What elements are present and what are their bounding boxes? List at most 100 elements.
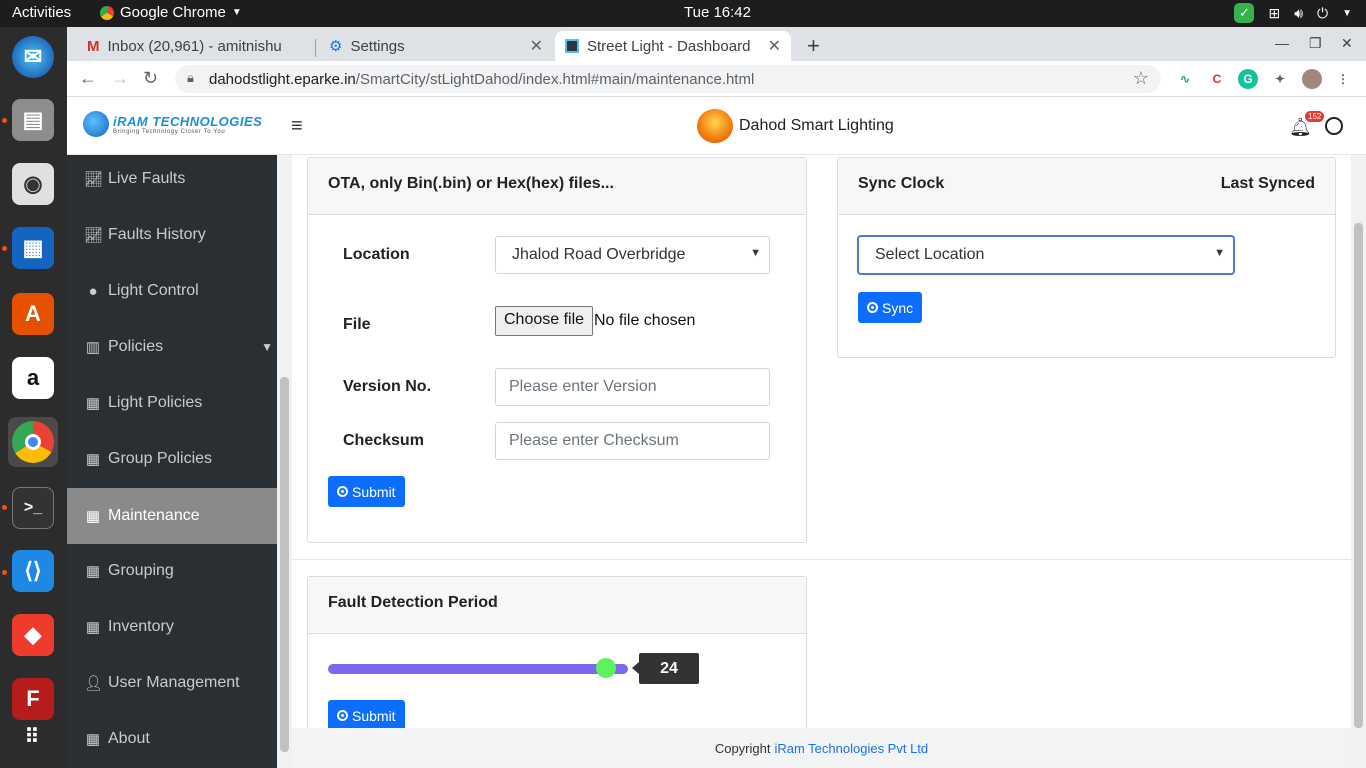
company-link[interactable]: iRam Technologies Pvt Ltd (774, 741, 928, 756)
sidebar-item-label: Faults History (108, 226, 206, 243)
sidebar-item-live-faults[interactable]: 📈︎ Live Faults (67, 155, 277, 207)
sidebar-item-label: Light Control (108, 282, 199, 299)
amazon-icon[interactable]: a (8, 353, 58, 403)
network-icon[interactable]: ⊞ (1268, 5, 1280, 22)
fault-period-slider-track[interactable] (328, 664, 628, 674)
tab-label: Settings (350, 37, 405, 55)
sidebar-item-maintenance[interactable]: ▦ Maintenance (67, 488, 277, 544)
choose-file-button[interactable]: Choose file (495, 306, 594, 336)
new-tab-icon[interactable]: + (807, 33, 820, 59)
minimize-icon[interactable]: — (1275, 35, 1289, 51)
profile-avatar[interactable] (1302, 69, 1322, 89)
writer-icon[interactable]: ▦ (8, 223, 58, 273)
back-icon[interactable]: ← (79, 68, 97, 89)
section-divider (292, 559, 1351, 560)
sync-location-select[interactable]: Select Location ▼ (858, 236, 1234, 274)
fault-detection-title: Fault Detection Period (308, 577, 806, 634)
brand-tagline: Bringing Technology Closer To You (113, 128, 226, 135)
sidebar-item-light-control[interactable]: ● Light Control (67, 263, 277, 319)
clock[interactable]: Tue 16:42 (684, 4, 751, 21)
location-select[interactable]: Jhalod Road Overbridge ▼ (495, 236, 770, 274)
software-icon[interactable]: A (8, 289, 58, 339)
chrome-small-icon (100, 5, 114, 20)
sync-button[interactable]: Sync (858, 292, 923, 323)
system-tray[interactable]: ✓ ⊞ 🔊︎ ⏻ ▼ (1234, 3, 1352, 23)
sidebar-item-group-policies[interactable]: ▦ Group Policies (67, 431, 277, 487)
reload-icon[interactable]: ↻ (143, 68, 158, 89)
area-chart-icon: 📈︎ (84, 227, 104, 244)
sidebar-item-faults-history[interactable]: 📈︎ Faults History (67, 207, 277, 263)
close-icon[interactable]: ✕ (530, 36, 543, 56)
sidebar-item-label: Group Policies (108, 450, 213, 467)
app-menu[interactable]: Google Chrome ▼ (100, 4, 242, 21)
sidebar-item-grouping[interactable]: ▦ Grouping (67, 543, 277, 599)
sync-clock-title: Sync Clock (858, 175, 945, 192)
extension-wave-icon[interactable]: ∿ (1175, 69, 1195, 89)
tab-street-light-dashboard[interactable]: Street Light - Dashboard ✕ (555, 31, 791, 61)
extension-c-icon[interactable]: C (1207, 69, 1227, 89)
menu-toggle-icon[interactable]: ≡ (291, 115, 303, 138)
sync-clock-header: Sync Clock Last Synced (838, 158, 1335, 215)
more-menu-icon[interactable]: ⋮ (1333, 69, 1353, 89)
extensions-puzzle-icon[interactable]: ✦ (1270, 69, 1290, 89)
app-title: Dahod Smart Lighting (697, 109, 894, 143)
ota-submit-button[interactable]: Submit (328, 476, 405, 507)
sidebar-item-label: Grouping (108, 562, 174, 579)
running-indicator (2, 118, 7, 123)
anydesk-icon[interactable]: ◆ (8, 610, 58, 660)
update-check-icon[interactable]: ✓ (1234, 3, 1255, 23)
sidebar-item-policies[interactable]: ▥ Policies ▼ (67, 319, 277, 375)
sidebar-item-light-policies[interactable]: ▦ Light Policies (67, 375, 277, 431)
app-header: iRAM TECHNOLOGIES Bringing Technology Cl… (67, 97, 1366, 155)
file-label: File (343, 316, 371, 333)
rhythmbox-icon[interactable]: ◉ (8, 159, 58, 209)
checksum-label: Checksum (343, 432, 424, 449)
user-account-icon[interactable] (1325, 117, 1343, 135)
sidebar-item-user-management[interactable]: 👤︎ User Management (67, 655, 277, 711)
tab-settings[interactable]: ⚙ Settings ✕ (319, 31, 553, 61)
close-window-icon[interactable]: ✕ (1341, 35, 1353, 52)
vscode-icon[interactable]: ⟨⟩ (8, 546, 58, 596)
lock-icon[interactable]: 🔒︎ (187, 70, 194, 86)
fault-period-slider-handle[interactable] (596, 658, 616, 678)
main-scrollbar[interactable] (1351, 155, 1366, 768)
checksum-input[interactable]: Please enter Checksum (495, 422, 770, 460)
scrollbar-thumb[interactable] (1354, 223, 1363, 728)
sidebar-item-inventory[interactable]: ▦ Inventory (67, 599, 277, 655)
sidebar-item-about[interactable]: ▦ About (67, 711, 277, 767)
globe-logo-icon (83, 111, 109, 137)
site-favicon-icon (565, 39, 579, 53)
fault-detection-submit-button[interactable]: Submit (328, 700, 405, 731)
grammarly-icon[interactable]: G (1238, 69, 1258, 89)
chevron-down-icon: ▼ (750, 247, 761, 259)
sidebar-item-label: Maintenance (108, 507, 200, 524)
apps-grid-icon[interactable]: ⠿ (8, 711, 58, 761)
thunderbird-icon[interactable]: ✉ (8, 32, 58, 82)
sidebar-item-label: About (108, 730, 150, 747)
chevron-down-icon[interactable]: ▼ (1342, 8, 1352, 19)
notification-badge: 152 (1305, 111, 1325, 122)
chevron-down-icon: ▼ (1214, 247, 1225, 259)
url-host: dahodstlight.eparke.in (209, 70, 356, 88)
company-logo[interactable]: iRAM TECHNOLOGIES Bringing Technology Cl… (83, 111, 262, 137)
table-icon: ▦ (85, 731, 101, 748)
bookmark-star-icon[interactable]: ☆ (1133, 68, 1149, 89)
volume-icon[interactable]: 🔊︎ (1294, 5, 1303, 22)
activities-button[interactable]: Activities (12, 4, 71, 21)
version-input[interactable]: Please enter Version (495, 368, 770, 406)
address-bar[interactable]: 🔒︎ dahodstlight.eparke.in/SmartCity/stLi… (175, 65, 1161, 93)
terminal-icon[interactable]: >_ (8, 483, 58, 533)
scrollbar-thumb[interactable] (280, 377, 289, 752)
restore-icon[interactable]: ❐ (1309, 35, 1322, 52)
fault-period-value: 24 (632, 653, 699, 684)
table-icon: ▦ (85, 508, 101, 525)
forward-icon[interactable]: → (111, 68, 129, 89)
running-indicator (2, 505, 7, 510)
files-icon[interactable]: ▤ (8, 95, 58, 145)
tab-gmail[interactable]: M Inbox (20,961) - amitnishu (77, 31, 313, 61)
chrome-icon[interactable] (8, 417, 58, 467)
close-icon[interactable]: ✕ (768, 36, 781, 56)
power-icon[interactable]: ⏻ (1317, 5, 1328, 22)
sidebar-scrollbar[interactable] (277, 155, 292, 768)
running-indicator (2, 570, 7, 575)
